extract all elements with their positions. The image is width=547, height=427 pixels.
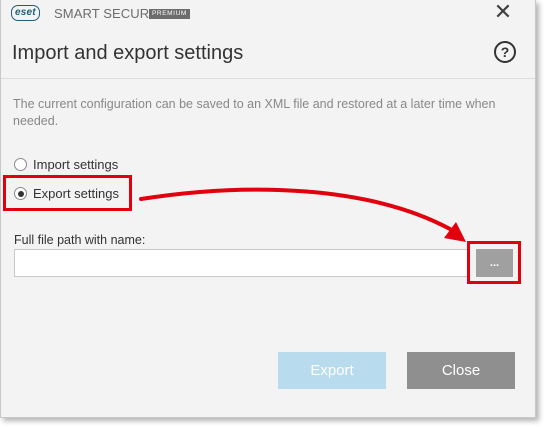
header-divider (1, 78, 535, 79)
edition-badge: PREMIUM (149, 9, 190, 19)
export-settings-label: Export settings (33, 186, 119, 201)
file-path-label: Full file path with name: (14, 233, 146, 247)
eset-logo: eset (11, 5, 40, 21)
import-settings-radio[interactable] (14, 158, 27, 171)
close-icon[interactable]: ✕ (492, 1, 514, 23)
file-path-input[interactable] (14, 249, 468, 277)
help-icon[interactable]: ? (494, 41, 516, 63)
title-bar: eset SMART SECURITY PREMIUM ✕ (1, 0, 535, 28)
export-settings-radio[interactable] (14, 187, 27, 200)
dialog-title: Import and export settings (12, 42, 244, 64)
export-button[interactable]: Export (278, 352, 386, 389)
close-button[interactable]: Close (407, 352, 515, 389)
import-settings-label: Import settings (33, 157, 119, 172)
description-text: The current configuration can be saved t… (13, 97, 496, 128)
import-export-dialog: eset SMART SECURITY PREMIUM ✕ Import and… (0, 0, 536, 418)
browse-button[interactable]: ... (476, 249, 513, 277)
